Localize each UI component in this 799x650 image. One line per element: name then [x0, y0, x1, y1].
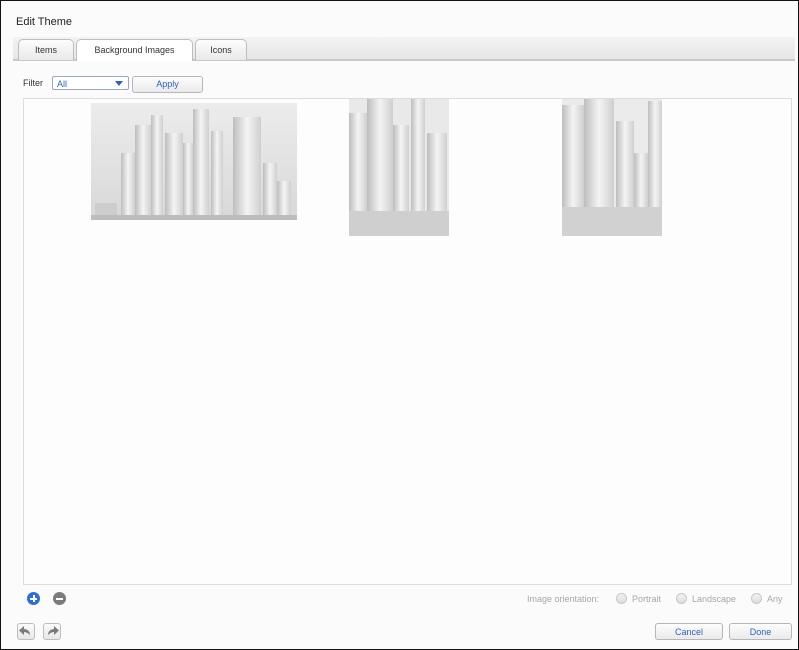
- filter-label: Filter: [23, 78, 43, 88]
- radio-any[interactable]: [751, 593, 762, 604]
- chevron-down-icon: [115, 81, 123, 86]
- image-orientation-label: Image orientation:: [527, 594, 600, 604]
- image-thumbnail-portrait-2[interactable]: [562, 99, 662, 236]
- redo-arrow-icon: [48, 626, 59, 635]
- cancel-button[interactable]: Cancel: [655, 623, 723, 640]
- filter-selected-value: All: [57, 79, 68, 89]
- city-skyline-portrait-image: [349, 99, 449, 236]
- apply-button[interactable]: Apply: [132, 76, 203, 93]
- done-button[interactable]: Done: [729, 623, 792, 640]
- image-thumbnail-landscape[interactable]: [91, 103, 297, 220]
- add-image-button[interactable]: [27, 592, 40, 605]
- radio-landscape-label: Landscape: [692, 594, 737, 604]
- radio-portrait-label: Portrait: [632, 594, 662, 604]
- filter-dropdown[interactable]: All: [52, 76, 129, 90]
- redo-button[interactable]: [43, 623, 61, 640]
- remove-image-button[interactable]: [53, 592, 66, 605]
- tab-items[interactable]: Items: [18, 39, 74, 60]
- image-thumbnail-portrait-1[interactable]: [349, 99, 449, 236]
- undo-arrow-icon: [19, 626, 30, 635]
- window-title: Edit Theme: [16, 16, 73, 28]
- radio-any-label: Any: [767, 594, 783, 604]
- undo-button[interactable]: [17, 623, 35, 640]
- city-skyline-landscape-image: [91, 103, 297, 220]
- tab-bar: Items Background Images Icons: [13, 37, 795, 61]
- tab-background-images[interactable]: Background Images: [76, 39, 193, 61]
- background-image-gallery: [23, 98, 792, 585]
- tab-icons[interactable]: Icons: [195, 39, 247, 60]
- city-skyline-portrait-image: [562, 99, 662, 236]
- radio-landscape[interactable]: [676, 593, 687, 604]
- radio-portrait[interactable]: [616, 593, 627, 604]
